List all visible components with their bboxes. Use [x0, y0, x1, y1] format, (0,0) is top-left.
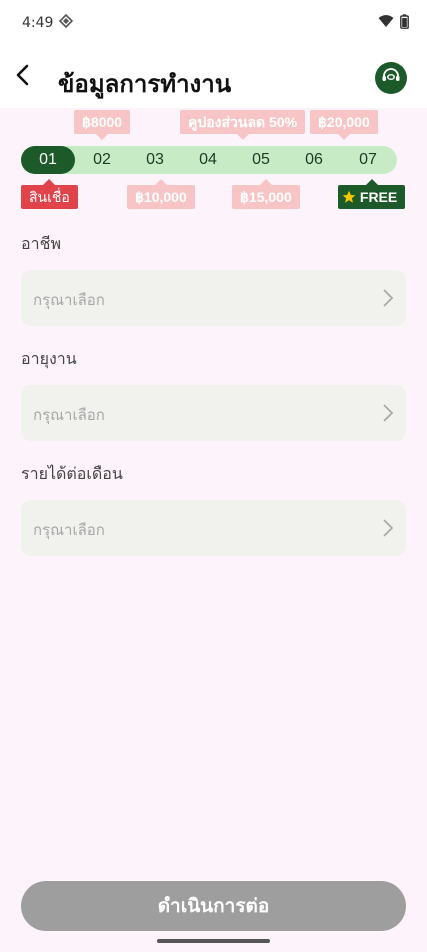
step-02: 02 — [75, 146, 129, 174]
reward-tag-step-2: ฿8000 — [74, 110, 131, 140]
support-button[interactable] — [375, 62, 407, 94]
step-04: 04 — [181, 146, 235, 174]
app-bar: ข้อมูลการทำงาน — [0, 46, 427, 108]
step-track: 02 03 04 05 06 07 01 — [21, 146, 397, 174]
battery-icon — [400, 13, 409, 33]
step-06: 06 — [287, 146, 341, 174]
step-03: 03 — [128, 146, 182, 174]
occupation-placeholder: กรุณาเลือก — [33, 291, 105, 309]
occupation-label: อาชีพ — [21, 234, 61, 253]
continue-button[interactable]: ดำเนินการต่อ — [21, 881, 406, 931]
status-bar: 4:49 — [0, 0, 427, 46]
reward-tag-step-3: ฿10,000 — [127, 179, 195, 209]
work-experience-placeholder: กรุณาเลือก — [33, 406, 105, 424]
step-07: 07 — [341, 146, 395, 174]
credit-tag-step-1: สินเชื่อ — [21, 179, 78, 209]
page-title: ข้อมูลการทำงาน — [58, 70, 232, 98]
back-button[interactable] — [10, 62, 36, 92]
occupation-select[interactable]: กรุณาเลือก — [21, 270, 406, 326]
step-01-active: 01 — [21, 146, 75, 174]
home-indicator[interactable] — [157, 939, 270, 943]
reward-tag-step-5: ฿15,000 — [232, 179, 300, 209]
arrow-left-icon — [14, 64, 32, 90]
chevron-right-icon — [382, 288, 394, 312]
free-tag-label: FREE — [359, 189, 398, 205]
work-experience-select[interactable]: กรุณาเลือก — [21, 385, 406, 441]
monthly-income-label: รายได้ต่อเดือน — [21, 464, 123, 483]
monthly-income-select[interactable]: กรุณาเลือก — [21, 500, 406, 556]
chevron-right-icon — [382, 518, 394, 542]
wifi-icon — [378, 14, 394, 32]
status-time: 4:49 — [22, 15, 54, 31]
headset-icon — [380, 65, 402, 91]
notification-icon — [59, 13, 74, 32]
step-05: 05 — [234, 146, 288, 174]
monthly-income-placeholder: กรุณาเลือก — [33, 521, 105, 539]
work-experience-label: อายุงาน — [21, 349, 77, 368]
star-icon — [342, 189, 360, 205]
reward-tag-step-6: ฿20,000 — [310, 110, 378, 140]
step-progress: ฿8000 คูปองส่วนลด 50% ฿20,000 02 03 04 0… — [0, 108, 427, 218]
coupon-tag-step-4: คูปองส่วนลด 50% — [180, 110, 306, 140]
free-tag-step-7: FREE — [338, 179, 406, 209]
chevron-right-icon — [382, 403, 394, 427]
